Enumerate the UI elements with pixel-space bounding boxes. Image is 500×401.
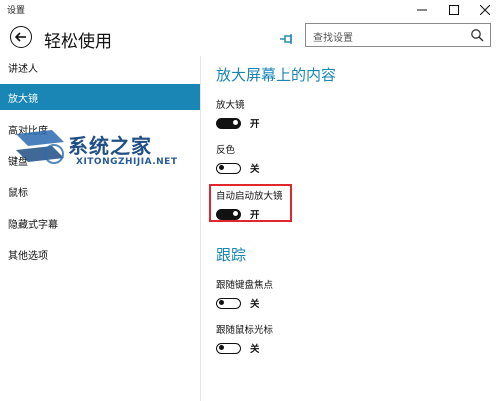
minimize-button[interactable] bbox=[408, 0, 436, 20]
invert-colors-label: 反色 bbox=[216, 145, 236, 156]
section-heading-tracking: 跟踪 bbox=[216, 246, 247, 264]
toggle-state-label: 关 bbox=[250, 164, 260, 175]
section-heading-magnify: 放大屏幕上的内容 bbox=[216, 66, 337, 84]
follow-keyboard-focus-toggle-row: 关 bbox=[216, 296, 260, 310]
sidebar-item-label: 放大镜 bbox=[8, 93, 38, 105]
follow-mouse-cursor-label: 跟随鼠标光标 bbox=[216, 325, 274, 336]
pin-button[interactable] bbox=[280, 30, 294, 49]
page-title: 轻松使用 bbox=[44, 32, 112, 52]
search-placeholder: 查找设置 bbox=[313, 33, 353, 44]
sidebar-item-label: 讲述人 bbox=[8, 63, 38, 75]
sidebar-item-other-options[interactable]: 其他选项 bbox=[0, 243, 200, 265]
magnifier-label: 放大镜 bbox=[216, 100, 245, 111]
watermark-text-en: XITONGZHIJIA.NET bbox=[76, 157, 178, 167]
sidebar: 讲述人 放大镜 高对比度 键盘 鼠标 隐藏式字幕 其他选项 bbox=[0, 56, 200, 401]
watermark-logo-icon bbox=[16, 130, 64, 164]
minimize-icon bbox=[417, 9, 427, 11]
sidebar-item-label: 鼠标 bbox=[8, 187, 28, 199]
window-title: 设置 bbox=[7, 6, 26, 16]
sidebar-item-label: 隐藏式字幕 bbox=[8, 219, 58, 231]
sidebar-item-mouse[interactable]: 鼠标 bbox=[0, 180, 200, 202]
pane-divider bbox=[200, 56, 201, 401]
back-button[interactable] bbox=[10, 26, 32, 48]
sidebar-item-closed-captions[interactable]: 隐藏式字幕 bbox=[0, 212, 200, 234]
sidebar-item-label: 其他选项 bbox=[8, 250, 48, 262]
auto-start-magnifier-label: 自动启动放大镜 bbox=[216, 191, 283, 202]
maximize-button[interactable] bbox=[440, 0, 468, 20]
back-arrow-icon bbox=[15, 32, 26, 42]
title-bar: 设置 bbox=[0, 0, 500, 20]
magnifier-toggle-row: 开 bbox=[216, 116, 260, 130]
follow-keyboard-focus-label: 跟随键盘焦点 bbox=[216, 280, 274, 291]
watermark-text-cn: 系统之家 bbox=[68, 134, 152, 158]
close-icon bbox=[480, 5, 490, 15]
toggle-state-label: 关 bbox=[250, 344, 260, 355]
close-button[interactable] bbox=[471, 0, 499, 20]
pin-icon bbox=[280, 34, 292, 44]
toggle-state-label: 关 bbox=[250, 299, 260, 310]
toggle-state-label: 开 bbox=[250, 210, 260, 221]
invert-colors-toggle-row: 关 bbox=[216, 161, 260, 175]
auto-start-magnifier-toggle[interactable] bbox=[216, 208, 241, 220]
follow-mouse-cursor-toggle[interactable] bbox=[216, 342, 241, 354]
sidebar-item-magnifier[interactable]: 放大镜 bbox=[0, 84, 200, 110]
follow-mouse-cursor-toggle-row: 关 bbox=[216, 341, 260, 355]
auto-start-magnifier-toggle-row: 开 bbox=[216, 207, 260, 221]
toggle-state-label: 开 bbox=[250, 119, 260, 130]
sidebar-item-narrator[interactable]: 讲述人 bbox=[0, 56, 200, 78]
invert-colors-toggle[interactable] bbox=[216, 162, 241, 174]
follow-keyboard-focus-toggle[interactable] bbox=[216, 297, 241, 309]
maximize-icon bbox=[449, 5, 459, 15]
search-icon[interactable] bbox=[470, 28, 484, 42]
magnifier-toggle[interactable] bbox=[216, 117, 241, 129]
search-input[interactable]: 查找设置 bbox=[305, 23, 491, 47]
